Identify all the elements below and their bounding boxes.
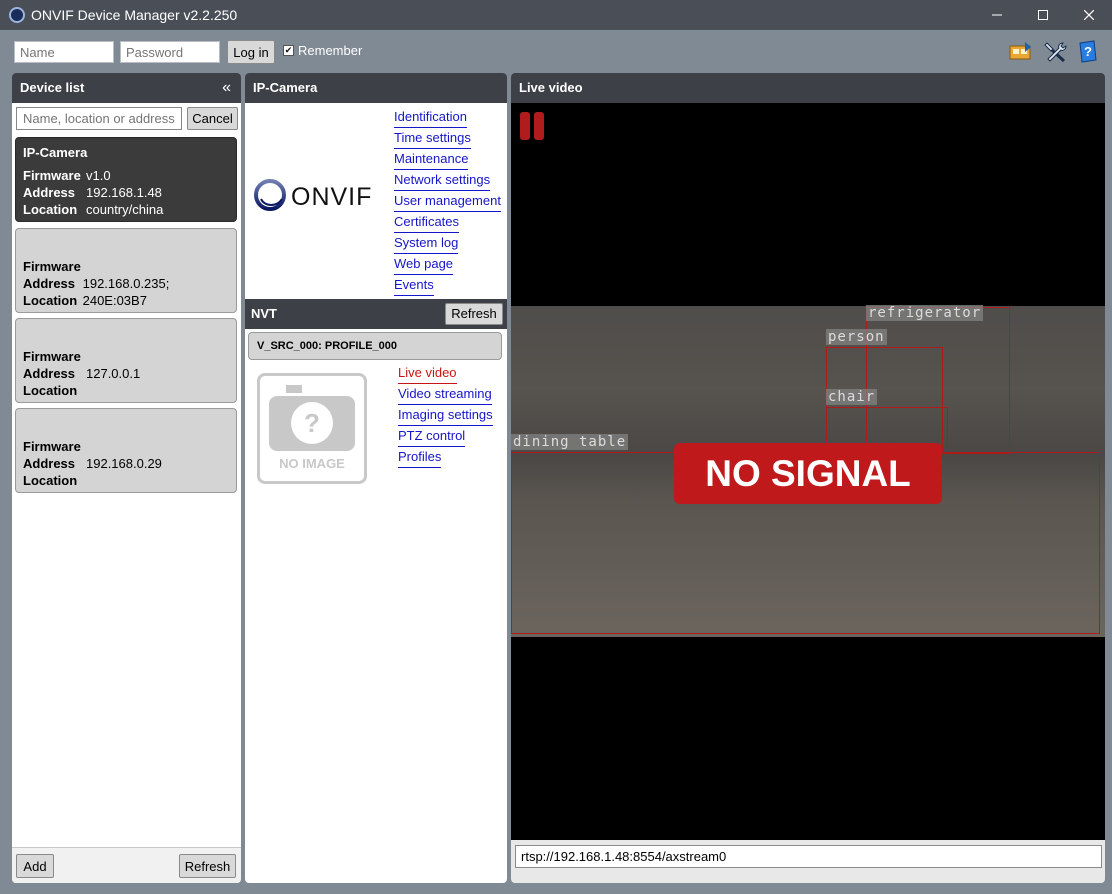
device-name	[23, 235, 229, 252]
detection-label: chair	[826, 389, 878, 405]
window-title: ONVIF Device Manager v2.2.250	[31, 7, 238, 23]
stream-url-field[interactable]: rtsp://192.168.1.48:8554/axstream0	[515, 845, 1102, 868]
minimize-icon[interactable]	[974, 0, 1020, 30]
device-card[interactable]: Firmware Address 192.168.0.235; 240E:03B7…	[15, 228, 237, 313]
device-links: Identification Time settings Maintenance…	[394, 107, 501, 296]
password-field[interactable]	[120, 41, 220, 63]
camera-panel: IP-Camera ONVIF Identification Time sett…	[245, 73, 507, 883]
maximize-icon[interactable]	[1020, 0, 1066, 30]
camera-icon: ? NO IMAGE	[269, 385, 355, 471]
onvif-logo: ONVIF	[254, 179, 371, 211]
user-management-link[interactable]: User management	[394, 191, 501, 212]
login-button[interactable]: Log in	[227, 40, 275, 64]
device-card-selected[interactable]: IP-Camera Firmware v1.0 Address 192.168.1.…	[15, 137, 237, 222]
web-page-link[interactable]: Web page	[394, 254, 454, 275]
imaging-settings-link[interactable]: Imaging settings	[398, 405, 493, 426]
remember-label: Remember	[298, 43, 363, 58]
camera-header: IP-Camera	[245, 73, 507, 103]
profile-links: Live video Video streaming Imaging setti…	[398, 363, 493, 468]
firmware-label: Firmware	[23, 349, 81, 364]
checkbox-icon: ✔	[283, 45, 294, 56]
no-signal-badge: NO SIGNAL	[674, 443, 942, 504]
search-row: Cancel	[16, 107, 239, 131]
live-video-header: Live video	[511, 73, 1105, 103]
device-name	[23, 325, 229, 342]
remember-checkbox[interactable]: ✔ Remember	[283, 43, 362, 58]
device-list-title: Device list	[20, 80, 85, 95]
device-list-header: Device list «	[12, 73, 241, 103]
network-settings-link[interactable]: Network settings	[394, 170, 491, 191]
profiles-link[interactable]: Profiles	[398, 447, 442, 468]
device-card[interactable]: Firmware Address 127.0.0.1 Location	[15, 318, 237, 403]
ptz-control-link[interactable]: PTZ control	[398, 426, 466, 447]
detection-label: dining table	[511, 434, 629, 450]
address-value: 192.168.0.235; 240E:03B7	[82, 276, 170, 308]
device-name: IP-Camera	[23, 145, 88, 160]
detection-label: person	[826, 329, 887, 345]
collapse-icon[interactable]: «	[222, 73, 231, 103]
close-icon[interactable]	[1066, 0, 1112, 30]
refresh-nvt-button[interactable]: Refresh	[445, 303, 503, 325]
login-bar: Log in ✔ Remember ?	[0, 30, 1112, 73]
device-list-panel: Device list « Cancel IP-Camera Firmware v…	[12, 73, 241, 883]
live-video-title: Live video	[519, 80, 583, 95]
identification-link[interactable]: Identification	[394, 107, 467, 128]
tools-icon[interactable]	[1043, 40, 1067, 64]
device-list-footer: Add Refresh	[12, 847, 241, 883]
refresh-devices-button[interactable]: Refresh	[179, 854, 236, 878]
search-input[interactable]	[16, 107, 182, 130]
nvt-header: NVT Refresh	[245, 299, 507, 329]
firmware-label: Firmware	[23, 439, 81, 454]
video-frame: refrigerator person chair dining table N…	[511, 305, 1105, 637]
device-card[interactable]: Firmware Address 192.168.0.29 Location	[15, 408, 237, 493]
location-label: Location	[23, 383, 78, 398]
address-value: 127.0.0.1	[86, 366, 141, 381]
location-label: Location	[23, 473, 78, 488]
time-settings-link[interactable]: Time settings	[394, 128, 471, 149]
add-button[interactable]: Add	[16, 854, 54, 878]
no-image-text: NO IMAGE	[279, 456, 345, 471]
nvt-title: NVT	[251, 306, 277, 321]
logo-text: ONVIF	[291, 183, 371, 211]
network-card-icon[interactable]	[1009, 40, 1033, 64]
events-link[interactable]: Events	[394, 275, 434, 296]
device-name	[23, 415, 229, 432]
address-label: Address	[23, 185, 76, 200]
firmware-label: Firmware	[23, 168, 81, 183]
profile-selector[interactable]: V_SRC_000: PROFILE_000	[248, 332, 502, 360]
maintenance-link[interactable]: Maintenance	[394, 149, 469, 170]
firmware-label: Firmware	[23, 259, 81, 274]
app-icon	[9, 7, 25, 23]
address-label: Address	[23, 366, 76, 381]
name-field[interactable]	[14, 41, 114, 63]
svg-text:?: ?	[304, 408, 320, 438]
video-viewport[interactable]: refrigerator person chair dining table N…	[511, 103, 1105, 840]
address-value: 192.168.1.48	[86, 185, 162, 200]
detection-label: refrigerator	[866, 305, 984, 321]
no-image-placeholder: ? NO IMAGE	[257, 373, 367, 484]
help-icon[interactable]: ?	[1076, 40, 1100, 64]
window-controls	[974, 0, 1112, 30]
address-label: Address	[23, 276, 76, 291]
location-label: Location	[23, 202, 78, 217]
camera-title: IP-Camera	[253, 80, 318, 95]
svg-text:?: ?	[1084, 44, 1092, 59]
cancel-button[interactable]: Cancel	[187, 107, 238, 130]
address-value: 192.168.0.29	[86, 456, 162, 471]
video-streaming-link[interactable]: Video streaming	[398, 384, 492, 405]
pause-icon[interactable]	[520, 112, 546, 140]
live-video-panel: Live video refrigerator person chair din…	[511, 73, 1105, 883]
address-label: Address	[23, 456, 76, 471]
live-video-link[interactable]: Live video	[398, 363, 457, 384]
firmware-value: v1.0	[86, 168, 111, 183]
system-log-link[interactable]: System log	[394, 233, 459, 254]
title-bar: ONVIF Device Manager v2.2.250	[0, 0, 1112, 30]
location-value: country/china	[86, 202, 164, 217]
certificates-link[interactable]: Certificates	[394, 212, 460, 233]
location-label: Location	[23, 293, 78, 308]
